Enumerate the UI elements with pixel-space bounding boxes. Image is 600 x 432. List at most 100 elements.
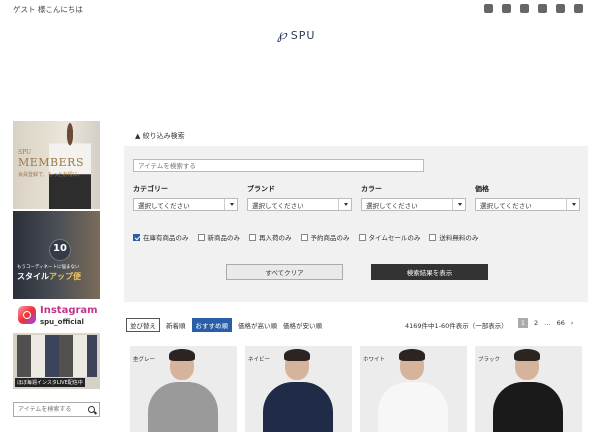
color-label: カラー bbox=[361, 185, 382, 193]
category-value: 選択してください bbox=[138, 201, 190, 210]
product-image-hair bbox=[399, 349, 425, 361]
members-caption: 会員登録で、もっとお得に。 bbox=[18, 172, 83, 178]
instagram-icon[interactable] bbox=[520, 4, 529, 13]
product-image-hair bbox=[169, 349, 195, 361]
instagram-models-image bbox=[17, 335, 97, 377]
mail-icon[interactable] bbox=[484, 4, 493, 13]
product-color-label: 杢グレー bbox=[133, 357, 156, 363]
color-select[interactable]: 選択してください bbox=[361, 198, 466, 211]
result-count: 4169件中1-60件表示（一部表示） bbox=[405, 322, 508, 330]
product-image-hair bbox=[284, 349, 310, 361]
product-card[interactable]: 杢グレー bbox=[130, 346, 237, 432]
instagram-banner[interactable]: Instagram spu_official ほぼ毎週インスタLIVE配信中 bbox=[13, 301, 100, 389]
sidebar-search-input[interactable] bbox=[14, 403, 84, 416]
product-image-body bbox=[493, 382, 563, 432]
checkbox-checked[interactable] bbox=[133, 233, 140, 241]
filter-toggle[interactable]: ▲ 絞り込み検索 bbox=[135, 131, 185, 141]
sort-price-low[interactable]: 価格が安い順 bbox=[283, 320, 322, 330]
checkbox-label: 新商品のみ bbox=[207, 234, 241, 242]
chevron-down-icon bbox=[224, 199, 237, 210]
brand-filter: ブランド 選択してください bbox=[247, 184, 352, 211]
product-image-body bbox=[263, 382, 333, 432]
search-icon[interactable] bbox=[88, 406, 95, 413]
instagram-title: Instagram bbox=[40, 305, 98, 316]
line-icon[interactable] bbox=[538, 4, 547, 13]
page-link[interactable]: 66 bbox=[557, 319, 565, 327]
site-logo[interactable]: ℘ SPU bbox=[277, 27, 315, 43]
checkbox[interactable] bbox=[429, 233, 437, 241]
instagram-caption: ほぼ毎週インスタLIVE配信中 bbox=[15, 378, 85, 387]
styleup-number: 10 bbox=[53, 243, 67, 254]
product-image-body bbox=[148, 382, 218, 432]
styleup-title-em: アップ便 bbox=[49, 272, 81, 281]
sort-label: 並び替え bbox=[126, 318, 160, 332]
greeting-text: ゲスト 様こんにちは bbox=[13, 5, 83, 14]
checkbox-restock[interactable]: 再入荷のみ bbox=[249, 232, 292, 242]
product-card[interactable]: ブラック bbox=[475, 346, 582, 432]
pagination: 1 2 … 66 › bbox=[518, 318, 574, 328]
members-small-text: SPU bbox=[18, 149, 32, 156]
social-links bbox=[484, 4, 583, 13]
checkbox-in-stock[interactable]: 在庫有商品のみ bbox=[133, 232, 189, 242]
facebook-icon[interactable] bbox=[574, 4, 583, 13]
checkbox-label: 送料無料のみ bbox=[439, 234, 479, 242]
filter-checkboxes: 在庫有商品のみ 新商品のみ 再入荷のみ 予約商品のみ タイムセールのみ 送料無料… bbox=[133, 232, 487, 242]
product-card[interactable]: ネイビー bbox=[245, 346, 352, 432]
checkbox-timesale[interactable]: タイムセールのみ bbox=[358, 232, 421, 242]
sort-recommended[interactable]: おすすめ順 bbox=[191, 318, 232, 332]
page-current[interactable]: 1 bbox=[518, 318, 528, 328]
next-page-icon[interactable]: › bbox=[571, 319, 574, 327]
category-select[interactable]: 選択してください bbox=[133, 198, 238, 211]
page-link[interactable]: 2 bbox=[534, 319, 538, 327]
instagram-logo-icon bbox=[18, 306, 36, 324]
product-color-label: ブラック bbox=[478, 357, 501, 363]
youtube-icon[interactable] bbox=[556, 4, 565, 13]
styleup-sub: もうコーディネートに悩まない bbox=[17, 265, 80, 270]
product-card[interactable]: ホワイト bbox=[360, 346, 467, 432]
checkbox[interactable] bbox=[249, 233, 256, 241]
sidebar-search bbox=[13, 402, 100, 417]
checkbox-free-shipping[interactable]: 送料無料のみ bbox=[429, 232, 478, 242]
category-label: カテゴリー bbox=[133, 185, 168, 193]
twitter-icon[interactable] bbox=[502, 4, 511, 13]
product-color-label: ネイビー bbox=[248, 357, 271, 363]
color-value: 選択してください bbox=[366, 201, 418, 210]
price-filter: 価格 選択してください bbox=[475, 184, 580, 211]
logo-text: SPU bbox=[290, 28, 316, 42]
members-title: MEMBERS bbox=[18, 156, 84, 169]
brand-select[interactable]: 選択してください bbox=[247, 198, 352, 211]
checkbox-label: 再入荷のみ bbox=[259, 234, 292, 242]
checkbox[interactable] bbox=[300, 233, 308, 241]
product-image-body bbox=[378, 382, 448, 432]
sort-bar: 並び替え 新着順 おすすめ順 価格が高い順 価格が安い順 bbox=[126, 318, 322, 332]
sort-newest[interactable]: 新着順 bbox=[166, 320, 186, 330]
filter-panel: カテゴリー 選択してください ブランド 選択してください カラー 選択してくださ… bbox=[124, 146, 588, 302]
clear-all-button[interactable]: すべてクリア bbox=[226, 264, 343, 280]
price-value: 選択してください bbox=[480, 201, 532, 210]
price-label: 価格 bbox=[475, 185, 489, 193]
chevron-down-icon bbox=[566, 199, 579, 210]
styleup-banner[interactable]: 10 もうコーディネートに悩まない スタイルアップ便 bbox=[13, 211, 100, 299]
logo-mark: ℘ bbox=[277, 27, 287, 43]
members-banner[interactable]: SPU MEMBERS 会員登録で、もっとお得に。 bbox=[13, 121, 100, 209]
checkbox-label: 予約商品のみ bbox=[310, 234, 350, 242]
color-filter: カラー 選択してください bbox=[361, 184, 466, 211]
price-select[interactable]: 選択してください bbox=[475, 198, 580, 211]
styleup-badge: 10 bbox=[49, 239, 71, 261]
checkbox-reserve[interactable]: 予約商品のみ bbox=[300, 232, 350, 242]
category-filter: カテゴリー 選択してください bbox=[133, 184, 238, 211]
page-ellipsis: … bbox=[544, 319, 551, 327]
checkbox[interactable] bbox=[197, 233, 205, 241]
show-results-button[interactable]: 検索結果を表示 bbox=[371, 264, 488, 280]
chevron-down-icon bbox=[338, 199, 351, 210]
checkbox-label: 在庫有商品のみ bbox=[143, 234, 189, 242]
sort-price-high[interactable]: 価格が高い順 bbox=[238, 320, 277, 330]
checkbox[interactable] bbox=[358, 233, 366, 241]
checkbox-new[interactable]: 新商品のみ bbox=[197, 232, 241, 242]
keyword-search-input[interactable] bbox=[133, 159, 424, 172]
styleup-title: スタイルアップ便 bbox=[17, 271, 81, 282]
styleup-title-pre: スタイル bbox=[17, 272, 49, 281]
checkbox-label: タイムセールのみ bbox=[368, 234, 421, 242]
brand-label: ブランド bbox=[247, 185, 275, 193]
product-image-hair bbox=[514, 349, 540, 361]
